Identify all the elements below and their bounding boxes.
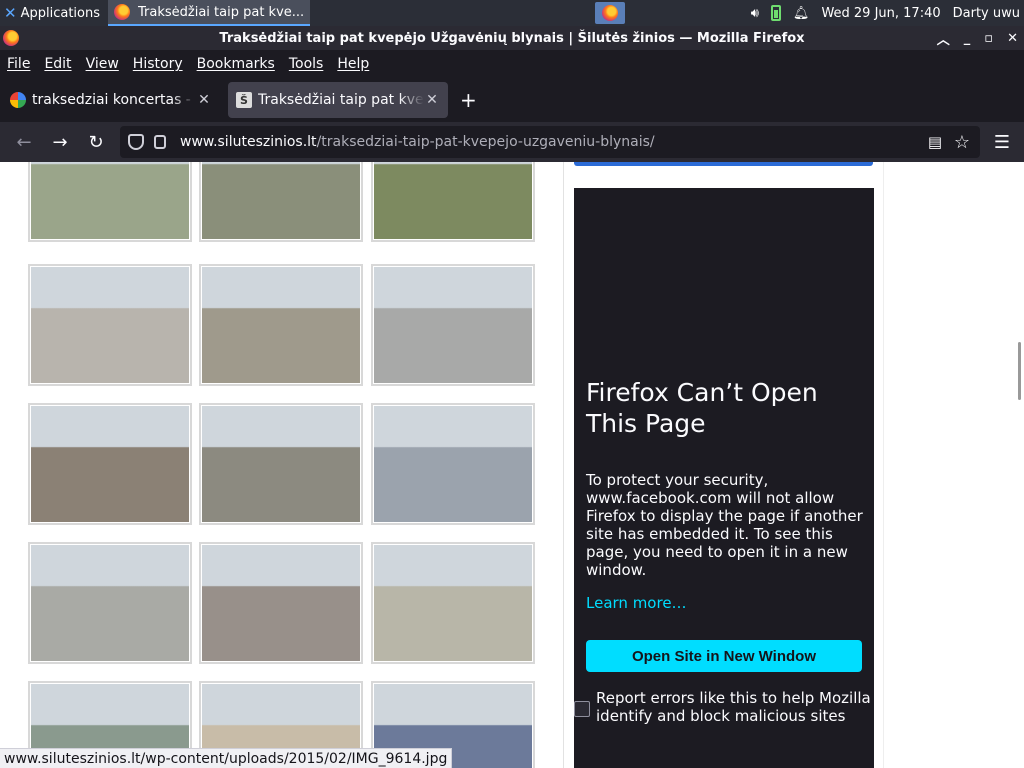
open-site-new-window-button[interactable]: Open Site in New Window [586,640,862,672]
sidebar-edge [883,162,884,768]
chevron-up-icon[interactable]: ︿ [937,29,950,48]
menu-view[interactable]: View [86,56,119,72]
menu-help[interactable]: Help [337,56,369,72]
photo-image [31,406,189,522]
gallery-photo-thumbnail[interactable] [28,264,192,386]
close-tab-icon[interactable]: ✕ [424,92,440,108]
photo-image [374,267,532,383]
gallery-photo-thumbnail[interactable] [199,403,363,525]
site-favicon-icon: Š [236,92,252,108]
menu-tools[interactable]: Tools [289,56,324,72]
tab-title: Traksėdžiai taip pat kvepėjo [258,92,424,108]
taskbar-window-title: Traksėdžiai taip pat kve... [138,4,305,20]
scrollbar-thumb[interactable] [1018,342,1021,400]
gallery-photo-thumbnail[interactable] [371,542,535,664]
photo-image [202,406,360,522]
lock-icon[interactable] [154,135,166,149]
menu-history[interactable]: History [133,56,183,72]
gallery-photo-thumbnail[interactable] [371,403,535,525]
gallery-photo-thumbnail[interactable] [28,162,192,242]
google-favicon-icon [10,92,26,108]
applications-label: Applications [20,5,100,21]
gallery-photo-thumbnail[interactable] [371,264,535,386]
battery-icon[interactable] [770,5,781,21]
address-bar[interactable]: www.siluteszinios.lt/traksedziai-taip-pa… [120,126,980,158]
facebook-embed-error: Firefox Can’t Open This Page To protect … [574,188,874,768]
menu-edit[interactable]: Edit [44,56,71,72]
sidebar-widget-bottom [574,162,873,166]
tab-active-article[interactable]: Š Traksėdžiai taip pat kvepėjo ✕ [228,82,448,118]
applications-menu[interactable]: ✕ Applications [0,0,104,26]
gallery-photo-thumbnail[interactable] [199,162,363,242]
close-tab-icon[interactable]: ✕ [196,92,212,108]
firefox-icon [3,30,19,46]
url-domain: www.siluteszinios.lt [180,134,317,150]
window-title: Traksėdžiai taip pat kvepėjo Užgavėnių b… [219,30,805,46]
report-errors-label: Report errors like this to help Mozilla … [596,689,871,725]
minimize-button[interactable]: _ [964,31,971,46]
photo-image [31,267,189,383]
xfce-logo-icon: ✕ [4,4,17,22]
new-tab-plus-icon[interactable]: + [460,88,477,112]
error-message: To protect your security, www.facebook.c… [586,471,863,579]
user-menu[interactable]: Darty uwu [953,6,1020,21]
menu-file[interactable]: File [7,56,30,72]
firefox-icon [602,5,618,21]
error-heading: Firefox Can’t Open This Page [586,378,818,438]
gallery-photo-thumbnail[interactable] [199,264,363,386]
taskbar: ✕ Applications Traksėdžiai taip pat kve.… [0,0,1024,26]
gallery-photo-thumbnail[interactable] [199,542,363,664]
reader-view-icon[interactable]: ▤ [928,133,942,151]
clock[interactable]: Wed 29 Jun, 17:40 [821,6,940,21]
tab-google-search[interactable]: traksedziai koncertas - Google ✕ [2,82,220,118]
firefox-launcher-button[interactable] [595,2,625,24]
gallery-photo-thumbnail[interactable] [28,542,192,664]
tracking-shield-icon[interactable] [128,134,144,150]
hamburger-menu-icon[interactable]: ☰ [994,132,1010,153]
volume-icon[interactable]: 🔊︎ [751,6,759,21]
navigation-toolbar: ← → ↻ www.siluteszinios.lt/traksedziai-t… [0,122,1024,162]
link-status-bar: www.siluteszinios.lt/wp-content/uploads/… [0,748,453,768]
page-content: Firefox Can’t Open This Page To protect … [0,162,1024,768]
maximize-button[interactable]: ▫ [984,31,993,46]
reload-icon[interactable]: ↻ [84,130,108,154]
menu-bar: File Edit View History Bookmarks Tools H… [0,50,1024,78]
photo-image [374,406,532,522]
gallery-photo-thumbnail[interactable] [28,403,192,525]
report-errors-checkbox[interactable] [574,701,590,717]
notification-bell-icon[interactable]: 🔔︎ [793,6,810,21]
back-arrow-icon[interactable]: ← [12,130,36,154]
tab-bar: traksedziai koncertas - Google ✕ Š Traks… [0,78,1024,122]
bookmark-star-icon[interactable]: ☆ [954,132,970,153]
forward-arrow-icon[interactable]: → [48,130,72,154]
photo-image [202,267,360,383]
close-window-button[interactable]: ✕ [1007,31,1018,46]
url-path: /traksedziai-taip-pat-kvepejo-uzgaveniu-… [316,134,655,150]
tab-title: traksedziai koncertas - Google [32,92,196,108]
menu-bookmarks[interactable]: Bookmarks [197,56,275,72]
photo-image [31,162,189,239]
photo-image [374,162,532,239]
column-divider [563,162,564,768]
photo-image [202,545,360,661]
photo-image [31,545,189,661]
taskbar-window-button[interactable]: Traksėdžiai taip pat kve... [108,0,310,26]
window-titlebar: Traksėdžiai taip pat kvepėjo Užgavėnių b… [0,26,1024,50]
gallery-photo-thumbnail[interactable] [371,162,535,242]
firefox-icon [114,4,130,20]
url-text[interactable]: www.siluteszinios.lt/traksedziai-taip-pa… [180,134,655,150]
photo-image [202,162,360,239]
photo-image [374,545,532,661]
learn-more-link[interactable]: Learn more… [586,594,687,612]
